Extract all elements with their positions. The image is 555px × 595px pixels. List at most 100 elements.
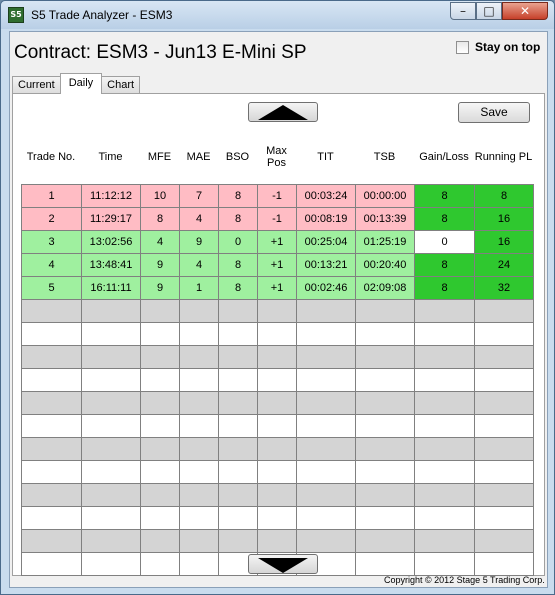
empty-cell: [81, 322, 141, 346]
empty-cell: [257, 483, 297, 507]
empty-cell: [474, 506, 534, 530]
cell-tit: 00:25:04: [296, 230, 356, 254]
empty-cell: [296, 391, 356, 415]
cell-mae: 9: [179, 230, 219, 254]
maximize-button[interactable]: □: [476, 2, 502, 20]
scroll-down-button[interactable]: [248, 554, 318, 574]
empty-cell: [474, 460, 534, 484]
empty-cell: [218, 391, 258, 415]
empty-cell: [21, 506, 82, 530]
empty-cell: [474, 368, 534, 392]
empty-cell: [355, 506, 415, 530]
empty-cell: [140, 345, 180, 369]
empty-cell: [414, 414, 475, 438]
cell-running-pl: 32: [474, 276, 534, 300]
cell-mfe: 10: [140, 184, 180, 208]
column-header-running-pl: Running PL: [474, 151, 533, 163]
cell-tsb: 00:20:40: [355, 253, 415, 277]
empty-cell: [355, 345, 415, 369]
empty-cell: [81, 345, 141, 369]
table-row[interactable]: 1 11:12:12 10 7 8 -1 00:03:24 00:00:00 8 8: [21, 184, 534, 208]
empty-cell: [414, 483, 475, 507]
empty-cell: [414, 552, 475, 576]
empty-cell: [140, 391, 180, 415]
table-row[interactable]: 4 13:48:41 9 4 8 +1 00:13:21 00:20:40 8 24: [21, 253, 534, 277]
empty-cell: [179, 322, 219, 346]
empty-cell: [355, 437, 415, 461]
empty-cell: [140, 552, 180, 576]
cell-running-pl: 8: [474, 184, 534, 208]
cell-mfe: 9: [140, 276, 180, 300]
empty-cell: [414, 368, 475, 392]
empty-cell: [355, 414, 415, 438]
empty-cell: [179, 483, 219, 507]
empty-cell: [140, 299, 180, 323]
cell-mae: 1: [179, 276, 219, 300]
empty-cell: [296, 345, 356, 369]
app-window: S5 S5 Trade Analyzer - ESM3 – □ ✕ Contra…: [0, 0, 555, 595]
empty-cell: [414, 299, 475, 323]
empty-cell: [218, 460, 258, 484]
title-bar[interactable]: S5 S5 Trade Analyzer - ESM3 – □ ✕: [1, 1, 554, 29]
tab-chart[interactable]: Chart: [101, 76, 141, 94]
cell-trade-no: 4: [21, 253, 82, 277]
empty-cell: [474, 345, 534, 369]
empty-cell: [257, 322, 297, 346]
stay-on-top-checkbox[interactable]: [456, 40, 469, 54]
empty-cell: [257, 345, 297, 369]
empty-cell: [81, 460, 141, 484]
save-button[interactable]: Save: [458, 102, 530, 123]
empty-cell: [140, 506, 180, 530]
empty-cell: [414, 322, 475, 346]
empty-cell: [296, 299, 356, 323]
empty-cell: [21, 345, 82, 369]
minimize-button[interactable]: –: [450, 2, 476, 20]
empty-cell: [140, 483, 180, 507]
empty-cell: [414, 437, 475, 461]
empty-cell: [21, 437, 82, 461]
table-row[interactable]: 2 11:29:17 8 4 8 -1 00:08:19 00:13:39 8 16: [21, 207, 534, 231]
empty-cell: [81, 391, 141, 415]
empty-cell: [81, 414, 141, 438]
empty-cell: [179, 345, 219, 369]
empty-table-row: [21, 460, 534, 484]
empty-cell: [81, 529, 141, 553]
empty-cell: [179, 391, 219, 415]
empty-cell: [81, 299, 141, 323]
cell-time: 11:29:17: [81, 207, 141, 231]
empty-cell: [474, 299, 534, 323]
empty-table-row: [21, 414, 534, 438]
cell-bso: 8: [218, 276, 258, 300]
empty-table-row: [21, 437, 534, 461]
stay-on-top-toggle[interactable]: Stay on top: [456, 40, 540, 54]
cell-max-pos: -1: [257, 184, 297, 208]
empty-cell: [179, 414, 219, 438]
empty-cell: [81, 483, 141, 507]
tab-current[interactable]: Current: [12, 76, 61, 94]
empty-cell: [179, 368, 219, 392]
empty-cell: [218, 437, 258, 461]
empty-cell: [414, 345, 475, 369]
empty-cell: [179, 460, 219, 484]
empty-cell: [140, 529, 180, 553]
empty-cell: [296, 460, 356, 484]
cell-running-pl: 24: [474, 253, 534, 277]
column-header-gain-loss: Gain/Loss: [419, 151, 469, 163]
empty-cell: [355, 322, 415, 346]
cell-max-pos: +1: [257, 276, 297, 300]
cell-gain-loss: 8: [414, 207, 475, 231]
close-button[interactable]: ✕: [502, 2, 548, 20]
empty-cell: [355, 552, 415, 576]
table-row[interactable]: 5 16:11:11 9 1 8 +1 00:02:46 02:09:08 8 32: [21, 276, 534, 300]
empty-cell: [257, 414, 297, 438]
empty-cell: [474, 414, 534, 438]
column-header-mfe: MFE: [147, 151, 172, 163]
scroll-up-button[interactable]: [248, 102, 318, 122]
tab-daily[interactable]: Daily: [59, 73, 103, 94]
trades-table: 1 11:12:12 10 7 8 -1 00:03:24 00:00:00 8 8 2 11:29:…: [21, 184, 534, 576]
table-row[interactable]: 3 13:02:56 4 9 0 +1 00:25:04 01:25:19 0 16: [21, 230, 534, 254]
empty-cell: [218, 506, 258, 530]
empty-cell: [474, 483, 534, 507]
empty-cell: [355, 368, 415, 392]
cell-bso: 8: [218, 253, 258, 277]
